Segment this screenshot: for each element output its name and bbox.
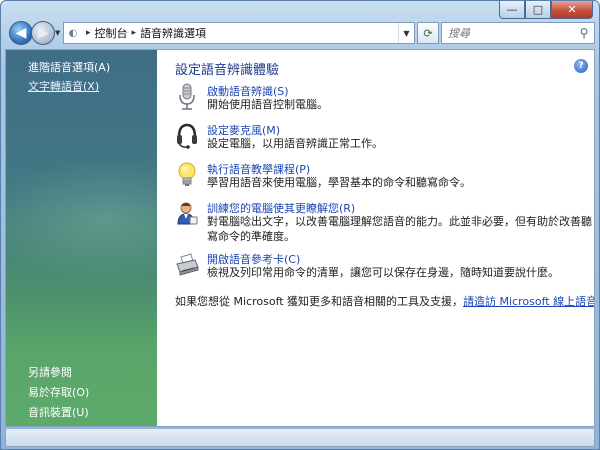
task-sidebar: 進階語音選項(A) 文字轉語音(X) 另請參閱 易於存取(O) 音訊裝置(U) <box>6 50 157 426</box>
search-box[interactable]: ⚲ <box>441 22 595 44</box>
user-training-icon <box>177 202 198 225</box>
lightbulb-icon <box>178 162 196 186</box>
maximize-button[interactable]: □ <box>525 1 551 19</box>
forward-button[interactable]: ▶ <box>31 21 55 45</box>
task-description: 學習用語音來使用電腦，學習基本的命令和聽寫命令。 <box>207 176 471 189</box>
forward-arrow-icon: ▶ <box>37 25 49 41</box>
back-arrow-icon: ◀ <box>15 25 27 41</box>
microphone-icon <box>179 83 195 110</box>
see-also-heading: 另請參閱 <box>28 366 72 379</box>
sidebar-link-advanced-speech[interactable]: 進階語音選項(A) <box>28 59 110 75</box>
refresh-icon: ⟳ <box>423 26 433 40</box>
breadcrumb-speech-recognition[interactable]: 語音辨識選項 <box>140 25 206 41</box>
close-button[interactable]: ✕ <box>551 1 593 19</box>
help-icon[interactable]: ? <box>574 59 588 73</box>
task-description: 檢視及列印常用命令的清單，讓您可以保存在身邊，隨時知道要說什麼。 <box>207 266 559 279</box>
status-bar <box>5 429 595 447</box>
sidebar-link-audio-devices[interactable]: 音訊裝置(U) <box>28 404 89 420</box>
breadcrumb-control-panel[interactable]: 控制台 <box>95 25 128 41</box>
sidebar-link-ease-of-access[interactable]: 易於存取(O) <box>28 384 89 400</box>
sidebar-link-text-to-speech[interactable]: 文字轉語音(X) <box>28 78 99 94</box>
address-separator-icon[interactable]: ▸ <box>86 28 91 38</box>
page-title: 設定語音辨識體驗 <box>175 63 280 78</box>
control-panel-icon: ◐ <box>68 27 78 39</box>
main-panel: 設定語音辨識體驗 ? 啟動語音辨識(S) 開始使用語音控制電腦。 設定麥克風(M… <box>157 50 594 426</box>
printer-icon <box>176 253 199 276</box>
minimize-button[interactable]: — <box>499 1 525 19</box>
control-panel-window: — □ ✕ ◀ ▶ ▼ ◐ ▸ 控制台 ▸ 語音辨識選項 ▼ ⟳ ⚲ 進階語音選… <box>0 0 600 450</box>
content-area: 進階語音選項(A) 文字轉語音(X) 另請參閱 易於存取(O) 音訊裝置(U) … <box>5 49 595 427</box>
task-description: 對電腦唸出文字，以改善電腦理解您語音的能力。此並非必要，但有助於改善聽寫命令的準… <box>207 215 592 243</box>
navigation-bar: ◀ ▶ ▼ ◐ ▸ 控制台 ▸ 語音辨識選項 ▼ ⟳ ⚲ <box>5 19 595 47</box>
address-dropdown-icon[interactable]: ▼ <box>398 23 414 43</box>
caption-buttons: — □ ✕ <box>499 1 593 19</box>
back-button[interactable]: ◀ <box>9 21 33 45</box>
address-separator-icon[interactable]: ▸ <box>132 28 137 38</box>
online-community-text: 如果您想從 Microsoft 獲知更多和語音相關的工具及支援，請造訪 Micr… <box>175 293 594 309</box>
online-community-intro: 如果您想從 Microsoft 獲知更多和語音相關的工具及支援， <box>175 295 464 308</box>
search-input[interactable] <box>448 26 574 40</box>
refresh-button[interactable]: ⟳ <box>417 22 439 44</box>
online-community-link[interactable]: 請造訪 Microsoft 線上語音社群 <box>463 295 594 308</box>
search-icon[interactable]: ⚲ <box>574 26 594 40</box>
task-description: 設定電腦，以用語音辨識正常工作。 <box>207 137 383 150</box>
recent-pages-dropdown[interactable]: ▼ <box>55 29 60 37</box>
headset-icon <box>177 123 197 149</box>
task-description: 開始使用語音控制電腦。 <box>207 98 328 111</box>
address-bar[interactable]: ◐ ▸ 控制台 ▸ 語音辨識選項 ▼ <box>63 22 415 44</box>
